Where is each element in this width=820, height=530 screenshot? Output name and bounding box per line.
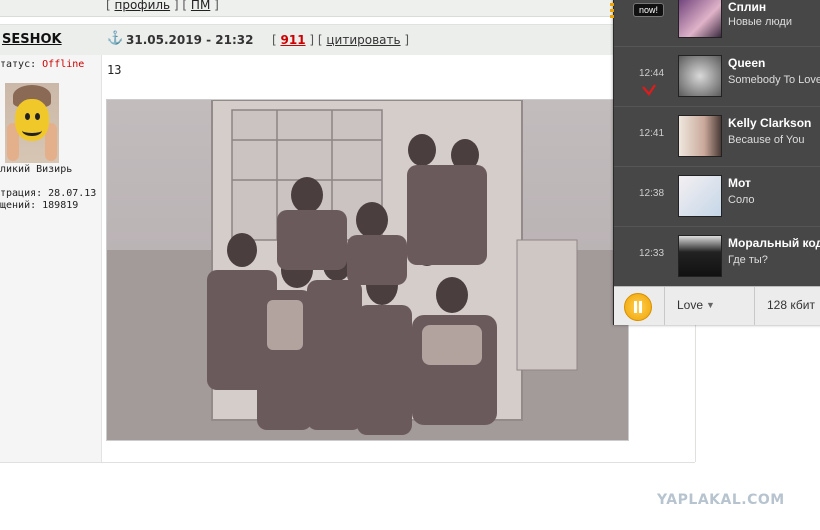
user-rank: ликий Визирь (0, 164, 73, 175)
post-rating[interactable]: 911 (281, 33, 306, 47)
post-header: SESHOK ⚓ 31.05.2019 - 21:32 [ 911 ] [ ци… (0, 24, 695, 56)
user-info-panel: татус: Offline ликий Визирь трация: 28.0… (0, 55, 102, 462)
album-cover (678, 0, 722, 38)
track-time: 12:44 (639, 68, 665, 79)
track-item[interactable]: 12:44 Queen Somebody To Love (614, 46, 820, 107)
user-registered: трация: 28.07.13 (0, 188, 97, 199)
post-divider (0, 462, 695, 463)
site-watermark: YAPLAKAL.COM (657, 492, 785, 508)
track-artist: Мот (728, 176, 751, 190)
profile-link[interactable]: профиль (115, 0, 171, 12)
album-cover (678, 115, 722, 157)
anchor-icon[interactable]: ⚓ (107, 30, 123, 46)
track-time: 12:38 (639, 188, 665, 199)
album-cover (678, 55, 722, 97)
user-status: татус: Offline (0, 59, 84, 70)
post-actions: [ 911 ] [ цитировать ] (272, 33, 410, 47)
post-body: 13 (102, 55, 695, 462)
station-selector[interactable]: Love (677, 298, 703, 312)
track-time: 12:41 (639, 128, 665, 139)
status-value: Offline (42, 59, 85, 70)
chevron-down-icon[interactable]: ▼ (706, 300, 715, 310)
track-title: Because of You (728, 134, 805, 146)
post-text: 13 (107, 63, 122, 77)
track-artist: Моральный кодекс (728, 236, 820, 250)
user-links: [ профиль ] [ ПМ ] (106, 0, 219, 12)
status-label: татус: (0, 59, 37, 70)
radio-player: now! Сплин Новые люди 12:44 Queen Somebo… (610, 0, 820, 325)
group-photo (107, 100, 628, 440)
pause-button[interactable] (624, 293, 652, 321)
post-date: 31.05.2019 - 21:32 (126, 33, 254, 47)
post-image[interactable] (106, 99, 629, 441)
like-check-icon[interactable] (642, 84, 656, 96)
bitrate-selector[interactable]: 128 кбит (767, 298, 815, 312)
track-artist: Сплин (728, 0, 767, 14)
album-cover (678, 175, 722, 217)
track-title: Где ты? (728, 254, 768, 266)
pm-link[interactable]: ПМ (191, 0, 210, 12)
user-post-count: щений: 189819 (0, 200, 79, 211)
track-item[interactable]: 12:33 Моральный кодекс Где ты? (614, 226, 820, 287)
track-artist: Queen (728, 56, 766, 70)
player-controls: Love ▼ 128 кбит (614, 286, 820, 325)
avatar[interactable] (5, 83, 59, 163)
track-item[interactable]: 12:41 Kelly Clarkson Because of You (614, 106, 820, 167)
now-playing-badge: now! (633, 3, 664, 17)
forum-topbar: [ профиль ] [ ПМ ] (0, 0, 695, 17)
divider (754, 287, 755, 325)
track-title: Somebody To Love (728, 74, 820, 86)
divider (664, 287, 665, 325)
track-title: Новые люди (728, 16, 792, 28)
album-cover (678, 235, 722, 277)
track-item[interactable]: 12:38 Мот Соло (614, 166, 820, 227)
track-title: Соло (728, 194, 755, 206)
track-artist: Kelly Clarkson (728, 116, 812, 130)
track-item[interactable]: now! Сплин Новые люди (614, 0, 820, 48)
post-author[interactable]: SESHOK (2, 32, 62, 47)
quote-link[interactable]: цитировать (326, 33, 400, 47)
track-time: 12:33 (639, 248, 665, 259)
